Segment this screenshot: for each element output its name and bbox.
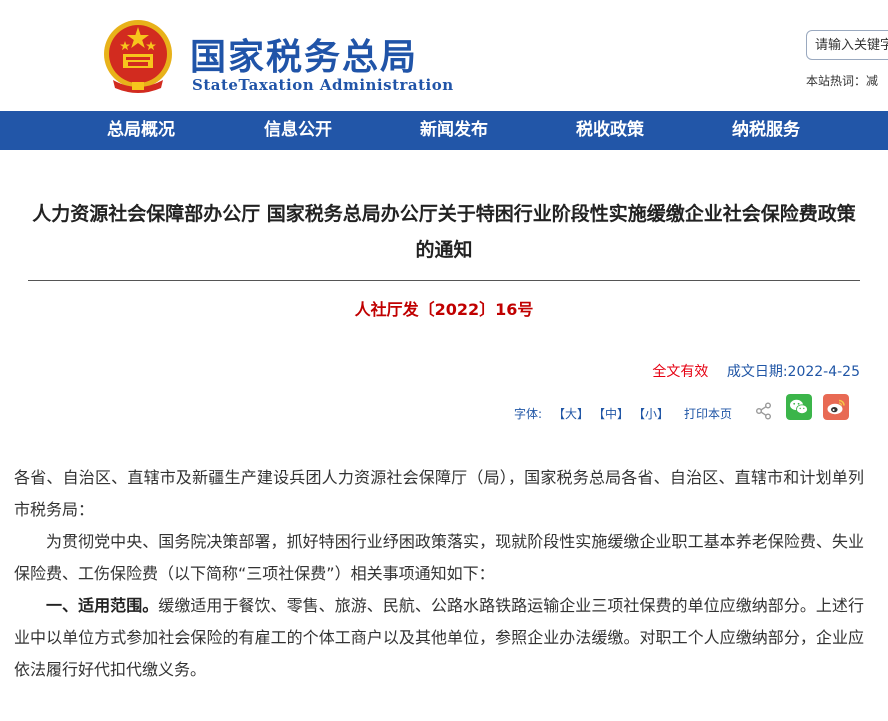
font-large-button[interactable]: 【大】 <box>553 405 589 422</box>
main-nav: 总局概况 信息公开 新闻发布 税收政策 纳税服务 <box>0 111 888 150</box>
share-icon[interactable] <box>755 402 773 420</box>
section-heading-scope: 一、适用范围。 <box>46 596 159 615</box>
national-emblem-icon <box>104 20 172 93</box>
font-medium-button[interactable]: 【中】 <box>593 405 629 422</box>
nav-item-taxpayer-service[interactable]: 纳税服务 <box>732 111 800 150</box>
body-paragraph-addressees: 各省、自治区、直辖市及新疆生产建设兵团人力资源社会保障厅（局），国家税务总局各省… <box>14 468 864 519</box>
body-paragraph-scope: 一、适用范围。缓缴适用于餐饮、零售、旅游、民航、公路水路铁路运输企业三项社保费的… <box>14 590 864 686</box>
site-logo-title: 国家税务总局 <box>190 36 419 78</box>
print-button[interactable]: 打印本页 <box>684 405 732 422</box>
issue-date: 成文日期:2022-4-25 <box>726 364 860 380</box>
search-input[interactable] <box>806 30 888 60</box>
article-meta: 全文有效 成文日期:2022-4-25 <box>652 361 860 381</box>
hot-words: 本站热词：减 <box>806 74 879 88</box>
nav-item-tax-policy[interactable]: 税收政策 <box>576 111 644 150</box>
nav-item-overview[interactable]: 总局概况 <box>107 111 175 150</box>
wechat-icon[interactable] <box>786 394 812 420</box>
weibo-icon[interactable] <box>823 394 849 420</box>
site-header: 国家税务总局 StateTaxation Administration 本站热词… <box>0 0 888 111</box>
title-divider <box>28 280 860 281</box>
document-number: 人社厅发〔2022〕16号 <box>354 300 534 319</box>
validity-status: 全文有效 <box>652 364 709 380</box>
font-small-button[interactable]: 【小】 <box>633 405 669 422</box>
article-body: 各省、自治区、直辖市及新疆生产建设兵团人力资源社会保障厅（局），国家税务总局各省… <box>14 462 864 686</box>
body-paragraph-intro: 为贯彻党中央、国务院决策部署，抓好特困行业纾困政策落实，现就阶段性实施缓缴企业职… <box>14 532 864 583</box>
font-size-label: 字体: <box>514 407 543 421</box>
article-title: 人力资源社会保障部办公厅 国家税务总局办公厅关于特困行业阶段性实施缓缴企业社会保… <box>32 203 856 261</box>
nav-item-info-disclosure[interactable]: 信息公开 <box>264 111 332 150</box>
nav-item-news[interactable]: 新闻发布 <box>420 111 488 150</box>
site-logo-subtitle: StateTaxation Administration <box>192 76 454 94</box>
